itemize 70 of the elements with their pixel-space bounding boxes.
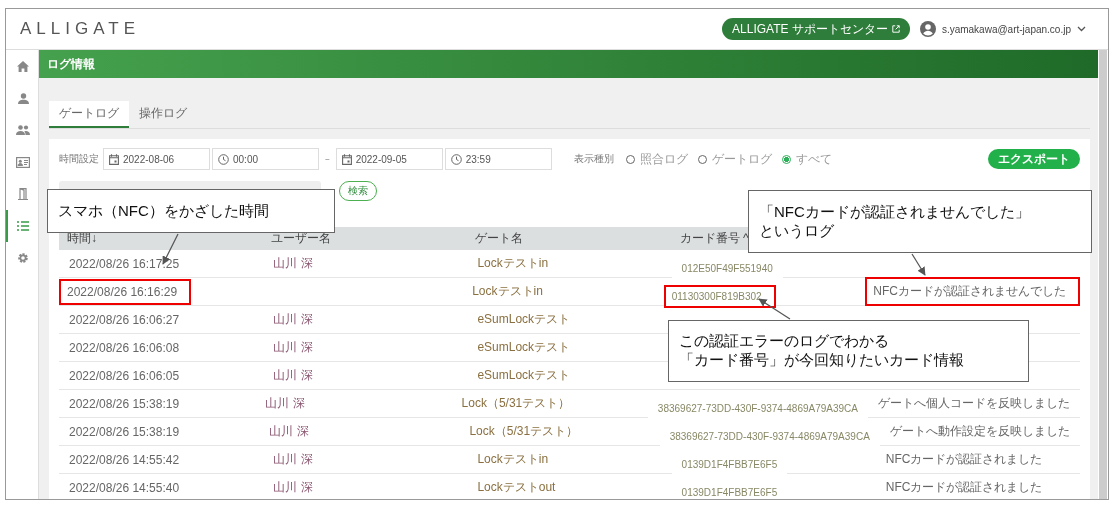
- table-cell: NFCカードが認証されませんでした: [865, 277, 1080, 306]
- table-cell-text: NFCカードが認証されました: [884, 479, 1044, 496]
- page-title: ログ情報: [47, 55, 95, 73]
- leader-arrow: [911, 253, 926, 276]
- column-header[interactable]: カード番号 ^: [679, 231, 749, 245]
- table-cell-text: Lockテストin: [471, 283, 544, 300]
- display-type-label: 表示種別: [573, 152, 614, 166]
- table-cell-text: Lockテストout: [476, 479, 557, 496]
- id-card-icon: [16, 156, 30, 168]
- list-icon: [17, 221, 29, 231]
- clock-icon: [218, 153, 229, 165]
- table-cell-text: ゲートへ動作設定を反映しました: [888, 423, 1071, 440]
- table-cell-text: 2022/08/26 16:06:08: [68, 339, 181, 357]
- annotation-tooltip: この認証エラーのログでわかる 「カード番号」が今回知りたいカード情報: [668, 320, 1029, 382]
- settings-icon: [17, 252, 29, 264]
- external-link-icon: [891, 25, 900, 33]
- support-center-button[interactable]: ALLIGATE サポートセンター: [722, 18, 910, 40]
- table-cell-text: 山川 深: [272, 339, 314, 356]
- chevron-down-icon[interactable]: [1077, 26, 1086, 32]
- calendar-icon: [109, 153, 119, 165]
- table-cell-text: 2022/08/26 15:38:19: [68, 395, 181, 413]
- table-cell-text: NFCカードが認証されました: [884, 451, 1044, 468]
- table-cell-text: 2022/08/26 16:17:25: [68, 255, 181, 273]
- column-header[interactable]: ユーザー名: [271, 231, 332, 245]
- table-cell-text: Lockテストin: [476, 451, 550, 468]
- table-cell-text: ゲートへ個人コードを反映しました: [877, 395, 1071, 412]
- column-header[interactable]: 時間↓: [67, 231, 97, 245]
- table-cell-text: 2022/08/26 16:06:27: [68, 311, 181, 329]
- table-cell-text: 山川 深: [272, 367, 314, 384]
- table-cell-text: eSumLockテスト: [476, 339, 572, 356]
- table-cell-text: eSumLockテスト: [476, 367, 572, 384]
- table-cell-text: 2022/08/26 14:55:42: [68, 451, 181, 469]
- table-cell-text: 山川 深: [272, 479, 314, 496]
- logo: ALLIGATE: [20, 19, 140, 39]
- table-cell-text: 山川 深: [268, 423, 310, 440]
- date-field[interactable]: 2022-09-05: [335, 148, 443, 170]
- table-cell-text: 山川 深: [272, 311, 314, 328]
- home-icon: [17, 60, 29, 72]
- table-cell-text: 2022/08/26 15:38:19: [68, 423, 181, 441]
- time-range-label: 時間設定: [59, 152, 99, 166]
- clock-icon: [450, 153, 462, 165]
- table-cell-text: Lock（5/31テスト）: [460, 395, 572, 412]
- annotation-tooltip: スマホ（NFC）をかざした時間: [47, 189, 335, 233]
- calendar-icon: [341, 153, 352, 165]
- user-avatar-icon[interactable]: [919, 21, 936, 37]
- person-icon: [17, 92, 29, 104]
- scrollbar[interactable]: [1099, 50, 1107, 499]
- time-field[interactable]: 00:00: [212, 148, 319, 170]
- table-cell-text: 2022/08/26 16:06:05: [68, 367, 181, 385]
- range-separator: ~: [325, 154, 330, 164]
- table-cell-text: 山川 深: [272, 451, 314, 468]
- table-cell-text: Lock（5/31テスト）: [468, 423, 580, 440]
- tab[interactable]: ゲートログ: [49, 101, 129, 128]
- column-header[interactable]: ゲート名: [475, 231, 524, 245]
- search-button[interactable]: 検索: [339, 181, 377, 201]
- door-icon: [17, 188, 29, 200]
- table-cell-text: 山川 深: [264, 395, 306, 412]
- table-cell-text: 2022/08/26 14:55:40: [68, 479, 181, 497]
- leader-arrow: [758, 298, 791, 320]
- table-cell-text: eSumLockテスト: [476, 311, 572, 328]
- table-cell-text: Lockテストin: [476, 255, 550, 272]
- time-field[interactable]: 23:59: [444, 148, 552, 170]
- radio-button[interactable]: [781, 154, 791, 164]
- annotation-tooltip: 「NFCカードが認証されませんでした」 というログ: [748, 190, 1092, 253]
- people-icon: [16, 125, 30, 135]
- user-email[interactable]: s.yamakawa@art-japan.co.jp: [941, 23, 1071, 35]
- table-cell: 01130300F819B302: [663, 285, 776, 308]
- table-cell-text: 山川 深: [272, 255, 314, 272]
- table-cell: 2022/08/26 16:16:29: [59, 278, 192, 305]
- date-field[interactable]: 2022-08-06: [103, 148, 210, 170]
